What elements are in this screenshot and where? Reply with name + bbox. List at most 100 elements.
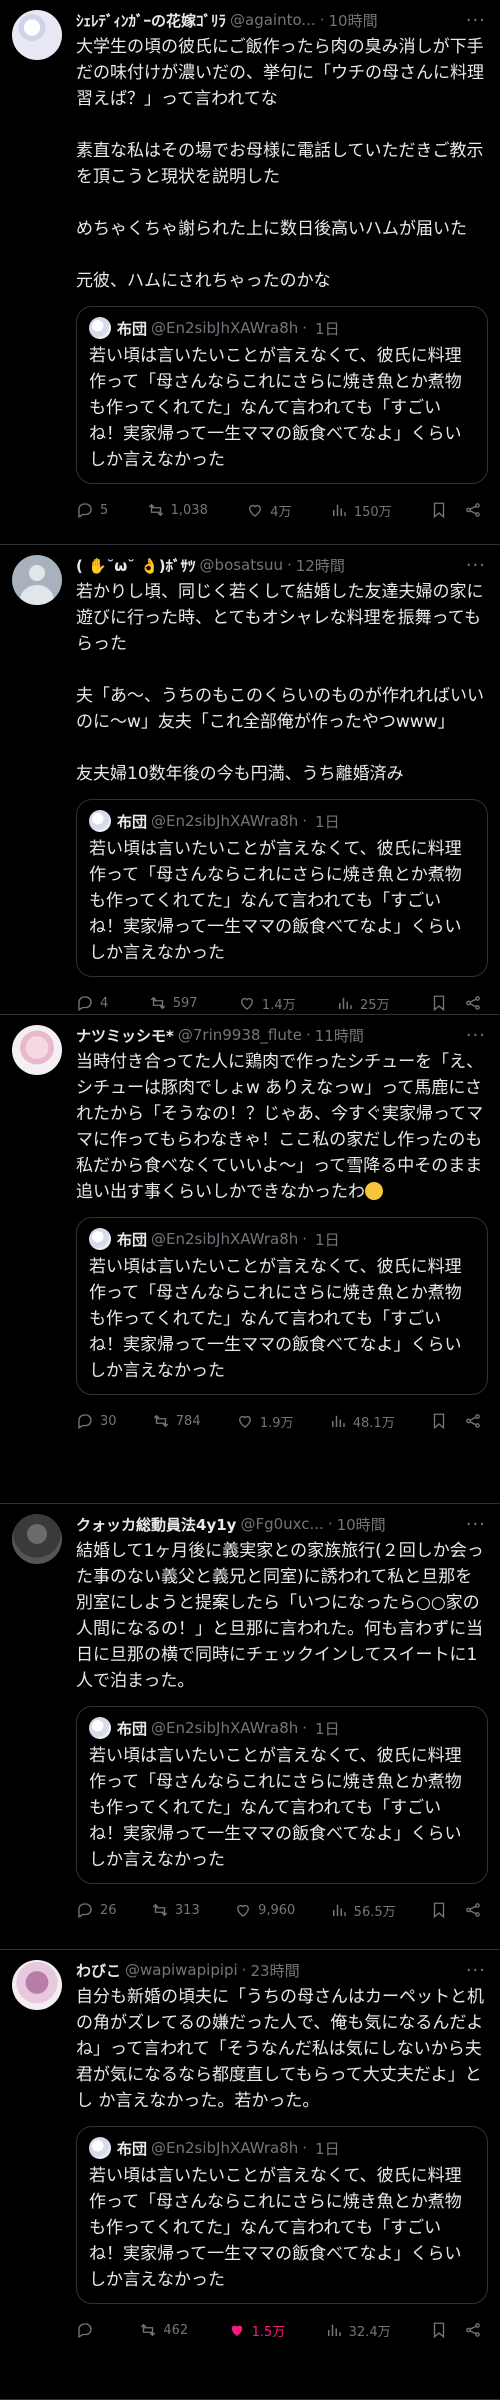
repost-icon: [153, 1414, 169, 1428]
tweet-text: 自分も新婚の頃夫に「うちの母さんはカーペットと机の角がズレてるの嫌だった人で、俺…: [76, 1987, 484, 2111]
views-icon: [327, 2324, 341, 2336]
quote-timestamp: 1日: [315, 319, 340, 338]
reply-count: 5: [100, 502, 109, 518]
author-handle[interactable]: @bosatsuu: [200, 556, 283, 574]
smile-emoji-icon: [365, 1182, 383, 1200]
views-button[interactable]: 48.1万: [329, 1412, 395, 1431]
share-icon: [466, 996, 480, 1010]
share-button[interactable]: [464, 1901, 482, 1919]
like-button[interactable]: 4万: [246, 501, 291, 520]
bookmark-button[interactable]: [430, 501, 448, 519]
avatar[interactable]: [12, 1514, 62, 1564]
timestamp[interactable]: 12時間: [296, 555, 345, 576]
share-button[interactable]: [464, 2321, 482, 2339]
repost-button[interactable]: 784: [152, 1412, 201, 1430]
timestamp[interactable]: 11時間: [315, 1025, 364, 1046]
bookmark-icon: [433, 1902, 445, 1919]
reply-button[interactable]: [76, 2321, 100, 2339]
timestamp[interactable]: 10時間: [328, 10, 377, 31]
author-name[interactable]: ｼｪﾚﾃﾞｨﾝｶﾞｰの花嫁ｺﾞﾘﾗ: [76, 10, 226, 31]
author-name[interactable]: ナツミッシモ*: [76, 1025, 174, 1046]
tweet[interactable]: ··· ｼｪﾚﾃﾞｨﾝｶﾞｰの花嫁ｺﾞﾘﾗ @againto... · 10時間…: [0, 0, 500, 545]
reply-button[interactable]: 4: [76, 994, 108, 1012]
tweet[interactable]: ··· ( ✋˘ω˘ 👌)ﾎﾞｻﾂ @bosatsuu · 12時間 若かりし頃…: [0, 545, 500, 1015]
more-icon[interactable]: ···: [466, 1960, 486, 1981]
view-count: 32.4万: [348, 2324, 391, 2340]
repost-button[interactable]: 1,038: [147, 501, 208, 519]
bookmark-button[interactable]: [430, 2321, 448, 2339]
author-handle[interactable]: @wapiwapipipi: [125, 1961, 238, 1979]
like-button[interactable]: 1.9万: [236, 1412, 294, 1431]
tweet-text: 大学生の頃の彼氏にご飯作ったら肉の臭み消しが下手だの味付けが濃いだの、挙句に「ウ…: [76, 37, 484, 291]
quoted-tweet[interactable]: 布団 @En2sibJhXAWra8h · 1日 若い頃は言いたいことが言えなく…: [76, 799, 488, 977]
view-count: 48.1万: [352, 1415, 395, 1431]
tweet[interactable]: ··· ナツミッシモ* @7rin9938_flute · 11時間 当時付き合…: [0, 1015, 500, 1504]
reply-button[interactable]: 5: [76, 501, 108, 519]
author-name[interactable]: ( ✋˘ω˘ 👌)ﾎﾞｻﾂ: [76, 555, 196, 576]
share-button[interactable]: [464, 994, 482, 1012]
more-icon[interactable]: ···: [466, 1514, 486, 1535]
views-icon: [332, 1904, 346, 1916]
view-count: 56.5万: [353, 1904, 396, 1920]
quoted-tweet[interactable]: 布団 @En2sibJhXAWra8h · 1日 若い頃は言いたいことが言えなく…: [76, 1706, 488, 1884]
repost-button[interactable]: 462: [139, 2321, 188, 2339]
more-icon[interactable]: ···: [466, 1025, 486, 1046]
avatar[interactable]: [12, 10, 62, 60]
author-handle[interactable]: @Fg0uxc...: [240, 1515, 323, 1533]
avatar[interactable]: [12, 555, 62, 605]
bookmark-button[interactable]: [430, 1412, 448, 1430]
share-button[interactable]: [464, 1412, 482, 1430]
timestamp[interactable]: 10時間: [337, 1514, 386, 1535]
share-button[interactable]: [464, 501, 482, 519]
quoted-tweet[interactable]: 布団 @En2sibJhXAWra8h · 1日 若い頃は言いたいことが言えなく…: [76, 2126, 488, 2304]
author-name[interactable]: わびこ: [76, 1960, 121, 1981]
reply-icon: [78, 1414, 92, 1429]
tweet[interactable]: ··· わびこ @wapiwapipipi · 23時間 自分も新婚の頃夫に「う…: [0, 1950, 500, 2400]
view-count: 25万: [360, 997, 390, 1013]
author-handle[interactable]: @againto...: [230, 11, 316, 29]
quote-avatar: [89, 1228, 111, 1250]
action-bar: 26 313 9,960 56.5万: [76, 1898, 488, 1922]
reply-button[interactable]: 26: [76, 1901, 117, 1919]
bookmark-icon: [433, 502, 445, 519]
like-count: 1.5万: [251, 2324, 286, 2340]
like-button[interactable]: 1.5万: [228, 2321, 286, 2340]
views-button[interactable]: 150万: [330, 501, 392, 520]
repost-button[interactable]: 597: [149, 994, 198, 1012]
like-button[interactable]: 1.4万: [238, 994, 296, 1013]
avatar[interactable]: [12, 1960, 62, 2010]
share-icon: [466, 1903, 480, 1917]
author-handle[interactable]: @7rin9938_flute: [178, 1026, 302, 1044]
quoted-tweet[interactable]: 布団 @En2sibJhXAWra8h · 1日 若い頃は言いたいことが言えなく…: [76, 1217, 488, 1395]
bookmark-icon: [433, 995, 445, 1012]
action-bar: 30 784 1.9万 48.1万: [76, 1409, 488, 1433]
more-icon[interactable]: ···: [466, 555, 486, 576]
tweet-text: 当時付き合ってた人に鶏肉で作ったシチューを「え、シチューは豚肉でしょw ありえな…: [76, 1052, 484, 1202]
reply-button[interactable]: 30: [76, 1412, 117, 1430]
repost-button[interactable]: 313: [151, 1901, 200, 1919]
bookmark-button[interactable]: [430, 994, 448, 1012]
avatar[interactable]: [12, 1025, 62, 1075]
quote-author-name: 布団: [117, 812, 148, 831]
quote-timestamp: 1日: [315, 2139, 340, 2158]
like-count: 4万: [270, 504, 292, 520]
like-icon: [238, 1415, 251, 1428]
views-button[interactable]: 25万: [336, 994, 390, 1013]
more-icon[interactable]: ···: [466, 10, 486, 31]
repost-count: 313: [174, 1902, 200, 1918]
views-button[interactable]: 56.5万: [330, 1901, 396, 1920]
quoted-tweet[interactable]: 布団 @En2sibJhXAWra8h · 1日 若い頃は言いたいことが言えなく…: [76, 306, 488, 484]
tweet[interactable]: ··· クォッカ総動員法4y1y @Fg0uxc... · 10時間 結婚して1…: [0, 1504, 500, 1950]
quote-author-name: 布団: [117, 1230, 148, 1249]
reply-count: 4: [100, 995, 109, 1011]
timestamp[interactable]: 23時間: [250, 1960, 299, 1981]
bookmark-icon: [433, 2322, 445, 2339]
author-name[interactable]: クォッカ総動員法4y1y: [76, 1514, 236, 1535]
views-button[interactable]: 32.4万: [325, 2321, 391, 2340]
reply-icon: [78, 503, 92, 518]
like-button[interactable]: 9,960: [234, 1901, 295, 1919]
bookmark-icon: [433, 1413, 445, 1430]
quote-avatar: [89, 2137, 111, 2159]
bookmark-button[interactable]: [430, 1901, 448, 1919]
like-icon: [249, 504, 262, 517]
